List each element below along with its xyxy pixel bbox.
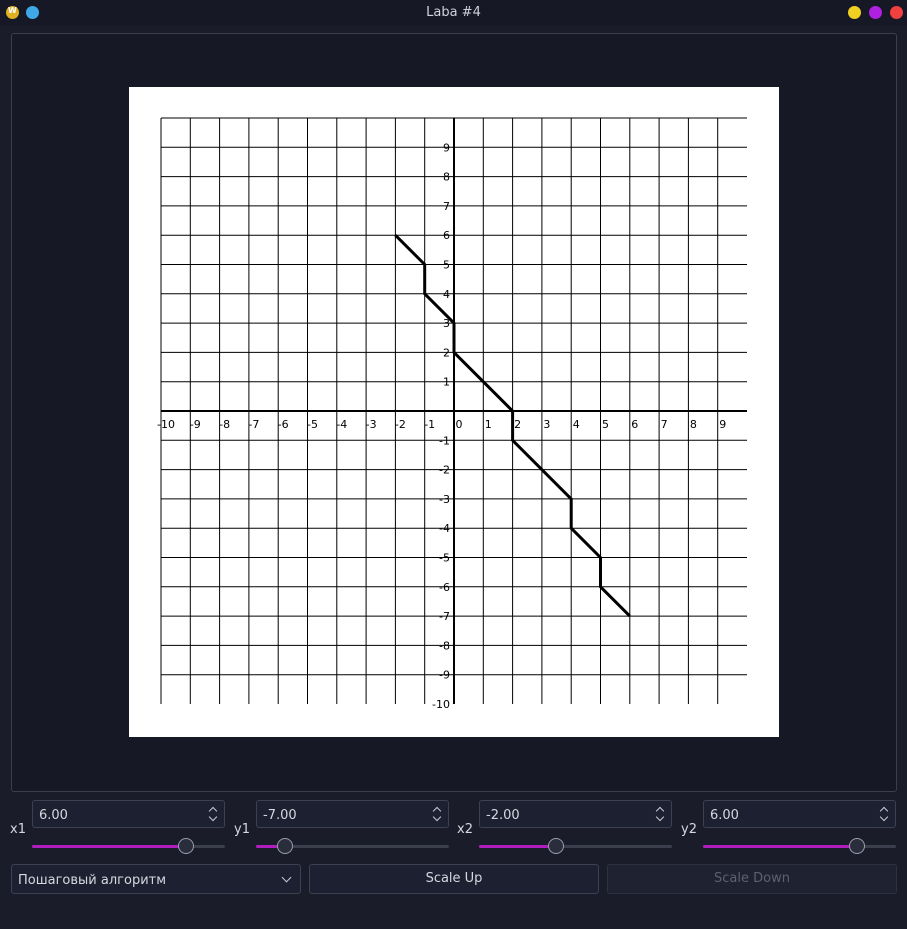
x1-value: 6.00 — [39, 808, 68, 823]
chevron-down-icon — [281, 872, 292, 883]
x-tick-label: 4 — [573, 418, 580, 431]
plot-svg: -10 -9 -8 -7 -6 -5 -4 -3 -2 -1 0 1 2 3 4 5 6 7 8 9987654321… — [157, 117, 747, 711]
x-tick-label: -4 — [336, 418, 347, 431]
y1-label: y1 — [234, 822, 250, 837]
y-tick-label: 1 — [443, 376, 450, 389]
x2-value: -2.00 — [486, 808, 520, 823]
x-tick-label: 8 — [690, 418, 697, 431]
x2-spinbox[interactable]: -2.00 — [479, 800, 672, 828]
y-tick-label: 8 — [443, 171, 450, 184]
y2-slider-handle[interactable] — [849, 838, 866, 854]
y-tick-label: 4 — [443, 288, 450, 301]
y2-value: 6.00 — [710, 808, 739, 823]
x-tick-label: -7 — [248, 418, 259, 431]
y-tick-label: -3 — [439, 493, 450, 506]
y2-spinbox[interactable]: 6.00 — [703, 800, 896, 828]
x-tick-label: 9 — [719, 418, 726, 431]
x2-slider[interactable] — [479, 836, 672, 856]
maximize-button[interactable] — [869, 6, 882, 19]
y1-increment-icon[interactable] — [433, 805, 443, 814]
x-tick-label: -5 — [307, 418, 318, 431]
x-tick-label: 3 — [543, 418, 550, 431]
y2-decrement-icon[interactable] — [880, 815, 890, 824]
x1-label: x1 — [10, 822, 26, 837]
y2-slider-fill — [703, 845, 858, 848]
x2-decrement-icon[interactable] — [656, 815, 666, 824]
y-tick-label: -10 — [432, 698, 450, 711]
minimize-button[interactable] — [848, 6, 861, 19]
x-tick-label: -6 — [278, 418, 289, 431]
x-tick-label: 7 — [661, 418, 668, 431]
y1-slider[interactable] — [256, 836, 449, 856]
y-tick-label: -8 — [439, 639, 450, 652]
x1-spinbox[interactable]: 6.00 — [32, 800, 225, 828]
x-tick-label: -2 — [395, 418, 406, 431]
y-tick-label: 9 — [443, 141, 450, 154]
y1-value: -7.00 — [263, 808, 297, 823]
x2-slider-handle[interactable] — [548, 838, 565, 854]
algorithm-selected: Пошаговый алгоритм — [18, 873, 167, 888]
x2-increment-icon[interactable] — [656, 805, 666, 814]
y-tick-label: -6 — [439, 581, 450, 594]
plot-canvas: -10 -9 -8 -7 -6 -5 -4 -3 -2 -1 0 1 2 3 4 5 6 7 8 9 9 8 7 6 5 4 3 2 1… — [129, 87, 779, 737]
x-tick-label: 5 — [602, 418, 609, 431]
window-title: Laba #4 — [426, 5, 481, 20]
x-tick-label: -9 — [190, 418, 201, 431]
y-tick-label: -7 — [439, 610, 450, 623]
x2-slider-fill — [479, 845, 557, 848]
x-tick-label: 2 — [514, 418, 521, 431]
x-tick-label: -3 — [366, 418, 377, 431]
y-tick-label: -9 — [439, 669, 450, 682]
y2-label: y2 — [681, 822, 697, 837]
scale-down-button[interactable]: Scale Down — [607, 864, 897, 894]
x1-decrement-icon[interactable] — [209, 815, 219, 824]
x-tick-label: -10 — [157, 418, 175, 431]
y2-slider[interactable] — [703, 836, 896, 856]
x-tick-label: -8 — [219, 418, 230, 431]
y1-spinbox[interactable]: -7.00 — [256, 800, 449, 828]
algorithm-select[interactable]: Пошаговый алгоритм — [11, 864, 301, 894]
x1-slider-fill — [32, 845, 187, 848]
y-tick-label: -5 — [439, 552, 450, 565]
scale-up-button[interactable]: Scale Up — [309, 864, 599, 894]
y-tick-label: 5 — [443, 259, 450, 272]
y-tick-label: -2 — [439, 464, 450, 477]
y-tick-label: -4 — [439, 522, 450, 535]
x1-slider-handle[interactable] — [178, 838, 195, 854]
y-tick-label: -1 — [439, 434, 450, 447]
y1-decrement-icon[interactable] — [433, 815, 443, 824]
y-tick-label: 6 — [443, 229, 450, 242]
x-tick-label: -1 — [424, 418, 435, 431]
y1-slider-handle[interactable] — [276, 838, 293, 854]
x1-increment-icon[interactable] — [209, 805, 219, 814]
y-tick-label: 2 — [443, 346, 450, 359]
x1-slider[interactable] — [32, 836, 225, 856]
x-tick-label: 0 — [456, 418, 463, 431]
close-button[interactable] — [890, 6, 903, 19]
x2-label: x2 — [457, 822, 473, 837]
y2-increment-icon[interactable] — [880, 805, 890, 814]
title-bar: Laba #4 — [0, 0, 907, 26]
x-tick-label: 1 — [485, 418, 492, 431]
x-tick-label: 6 — [631, 418, 638, 431]
y-tick-label: 7 — [443, 200, 450, 213]
